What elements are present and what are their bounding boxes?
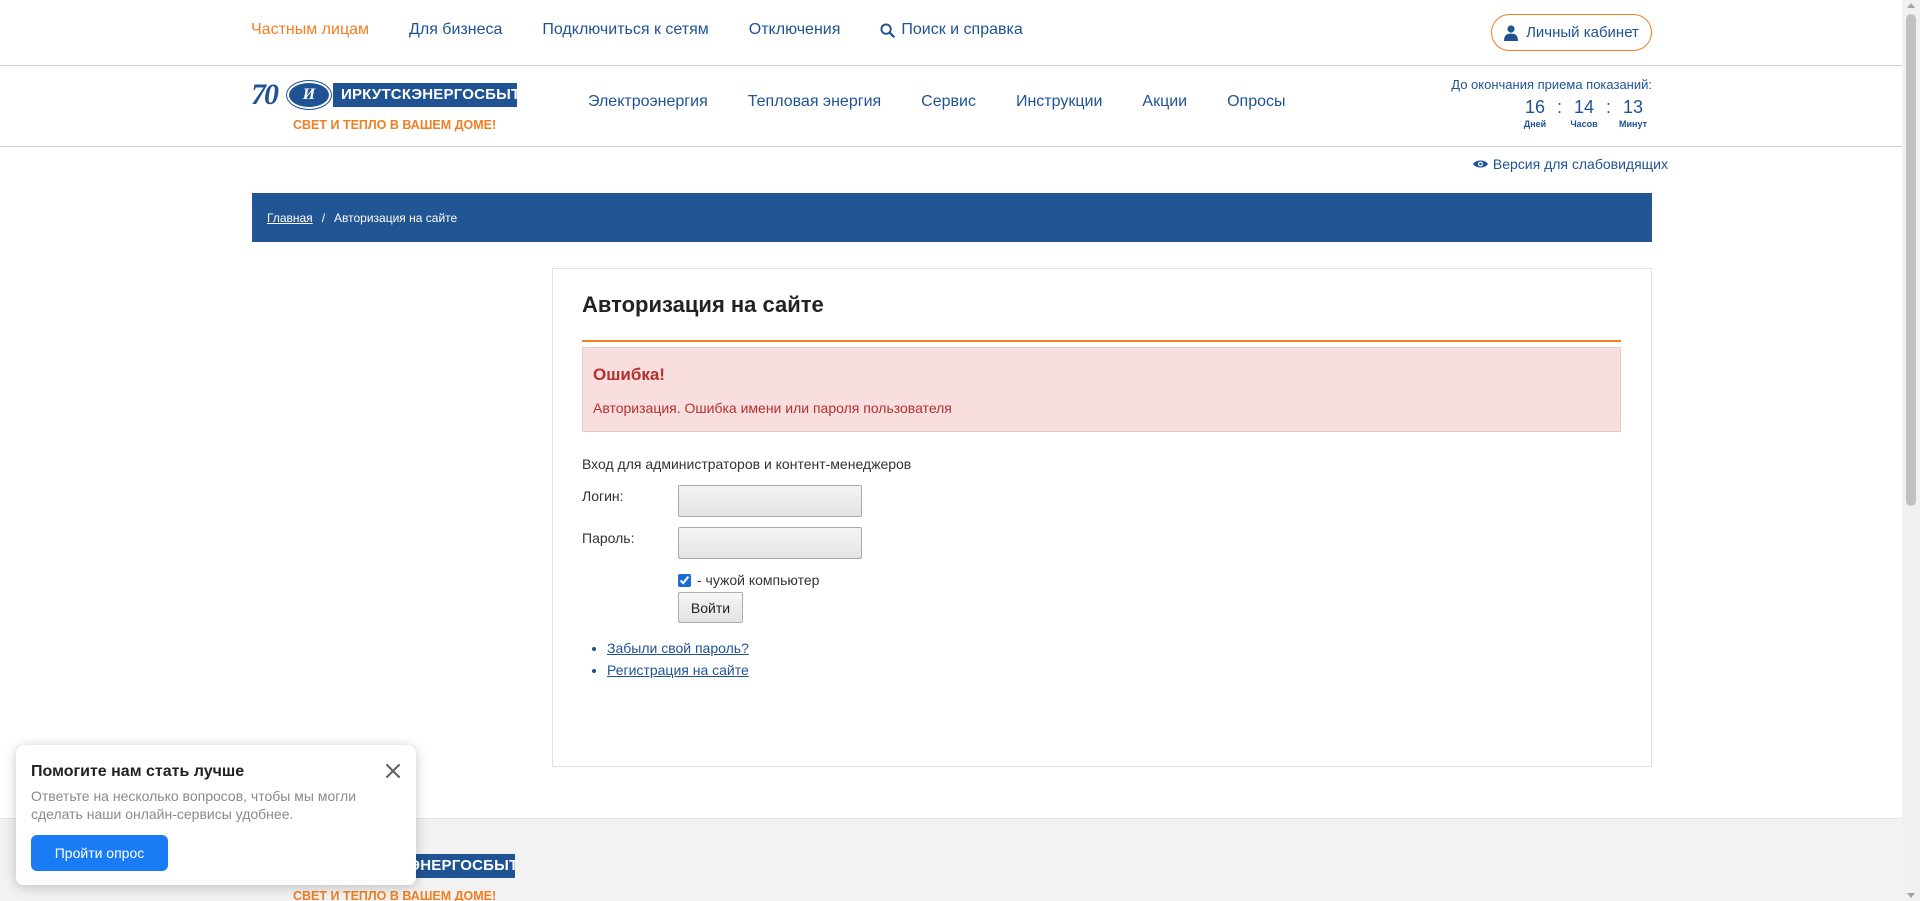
foreign-computer-label: - чужой компьютер bbox=[697, 572, 820, 588]
breadcrumb-current: Авторизация на сайте bbox=[334, 210, 458, 225]
main-nav: Электроэнергия Тепловая энергия Сервис И… bbox=[588, 93, 1286, 111]
error-title: Ошибка! bbox=[593, 365, 665, 384]
survey-popup-text: Ответьте на несколько вопросов, чтобы мы… bbox=[31, 788, 357, 822]
main-nav-service[interactable]: Сервис bbox=[921, 93, 976, 111]
eye-icon bbox=[1472, 160, 1488, 168]
error-alert: Ошибка! Авторизация. Ошибка имени или па… bbox=[582, 347, 1621, 432]
readings-countdown: До окончания приема показаний: 16 : 14 :… bbox=[1451, 77, 1652, 129]
main-nav-electricity[interactable]: Электроэнергия bbox=[588, 93, 708, 111]
login-input[interactable] bbox=[678, 485, 862, 517]
login-label: Логин: bbox=[582, 488, 624, 504]
form-intro: Вход для администраторов и контент-менед… bbox=[582, 456, 912, 472]
auth-card: Авторизация на сайте Ошибка! Авторизация… bbox=[552, 268, 1652, 767]
main-nav-instructions[interactable]: Инструкции bbox=[1016, 93, 1102, 111]
countdown-separator: : bbox=[1556, 97, 1562, 117]
top-nav-search-label: Поиск и справка bbox=[901, 21, 1023, 38]
low-vision-label: Версия для слабовидящих bbox=[1492, 156, 1668, 172]
header: 70 И ИРКУТСКЭНЕРГОСБЫТ СВЕТ И ТЕПЛО В ВА… bbox=[0, 66, 1902, 147]
logo-emblem: И bbox=[287, 81, 331, 109]
personal-cabinet-label: Личный кабинет bbox=[1526, 24, 1639, 41]
password-label: Пароль: bbox=[582, 530, 635, 546]
auth-links: Забыли свой пароль? Регистрация на сайте bbox=[607, 637, 749, 681]
personal-cabinet-button[interactable]: Личный кабинет bbox=[1491, 14, 1652, 51]
countdown-title: До окончания приема показаний: bbox=[1451, 77, 1652, 92]
password-input[interactable] bbox=[678, 527, 862, 559]
survey-popup-title: Помогите нам стать лучше bbox=[31, 763, 245, 780]
list-item: Регистрация на сайте bbox=[607, 659, 749, 681]
countdown-separator: : bbox=[1605, 97, 1611, 117]
foreign-computer-row: - чужой компьютер bbox=[678, 572, 819, 588]
top-bar: Частным лицам Для бизнеса Подключиться к… bbox=[0, 0, 1902, 66]
top-nav-connect[interactable]: Подключиться к сетям bbox=[542, 21, 708, 39]
logo-slogan: СВЕТ И ТЕПЛО В ВАШЕМ ДОМЕ! bbox=[293, 889, 497, 901]
top-nav-private[interactable]: Частным лицам bbox=[251, 21, 369, 39]
page-title: Авторизация на сайте bbox=[582, 289, 1621, 342]
scroll-up-icon[interactable] bbox=[1907, 3, 1915, 8]
foreign-computer-checkbox[interactable] bbox=[678, 573, 691, 587]
top-nav-outages[interactable]: Отключения bbox=[749, 21, 841, 39]
top-nav: Частным лицам Для бизнеса Подключиться к… bbox=[251, 21, 1023, 39]
top-nav-search[interactable]: Поиск и справка bbox=[880, 21, 1023, 39]
countdown-hours-label: Часов bbox=[1570, 119, 1598, 129]
register-link[interactable]: Регистрация на сайте bbox=[607, 662, 749, 678]
close-icon[interactable] bbox=[384, 762, 402, 780]
top-nav-business[interactable]: Для бизнеса bbox=[409, 21, 502, 39]
logo-slogan: СВЕТ И ТЕПЛО В ВАШЕМ ДОМЕ! bbox=[293, 118, 497, 132]
error-message: Авторизация. Ошибка имени или пароля пол… bbox=[593, 400, 952, 416]
survey-popup: Помогите нам стать лучше Ответьте на нес… bbox=[16, 745, 416, 885]
breadcrumb-home[interactable]: Главная bbox=[267, 211, 313, 225]
take-survey-button[interactable]: Пройти опрос bbox=[31, 835, 168, 871]
main-nav-promos[interactable]: Акции bbox=[1142, 93, 1187, 111]
countdown-minutes: 13 bbox=[1622, 97, 1644, 117]
page-scrollbar[interactable] bbox=[1902, 0, 1920, 901]
search-icon bbox=[880, 22, 896, 38]
list-item: Забыли свой пароль? bbox=[607, 637, 749, 659]
breadcrumb: Главная / Авторизация на сайте bbox=[252, 193, 1652, 242]
scrollbar-thumb[interactable] bbox=[1906, 14, 1916, 506]
countdown-days-label: Дней bbox=[1523, 119, 1547, 129]
user-icon bbox=[1504, 24, 1519, 41]
forgot-password-link[interactable]: Забыли свой пароль? bbox=[607, 640, 749, 656]
countdown-hours: 14 bbox=[1573, 97, 1595, 117]
countdown-minutes-label: Минут bbox=[1619, 119, 1647, 129]
scroll-down-icon[interactable] bbox=[1907, 893, 1915, 898]
main-nav-surveys[interactable]: Опросы bbox=[1227, 93, 1285, 111]
login-submit-button[interactable]: Войти bbox=[678, 592, 743, 623]
logo-name: ИРКУТСКЭНЕРГОСБЫТ bbox=[333, 83, 520, 107]
low-vision-link[interactable]: Версия для слабовидящих bbox=[1472, 156, 1668, 172]
main-nav-heat[interactable]: Тепловая энергия bbox=[748, 93, 881, 111]
countdown-days: 16 bbox=[1524, 97, 1546, 117]
site-logo[interactable]: 70 И ИРКУТСКЭНЕРГОСБЫТ СВЕТ И ТЕПЛО В ВА… bbox=[251, 80, 531, 136]
breadcrumb-separator: / bbox=[321, 210, 326, 225]
